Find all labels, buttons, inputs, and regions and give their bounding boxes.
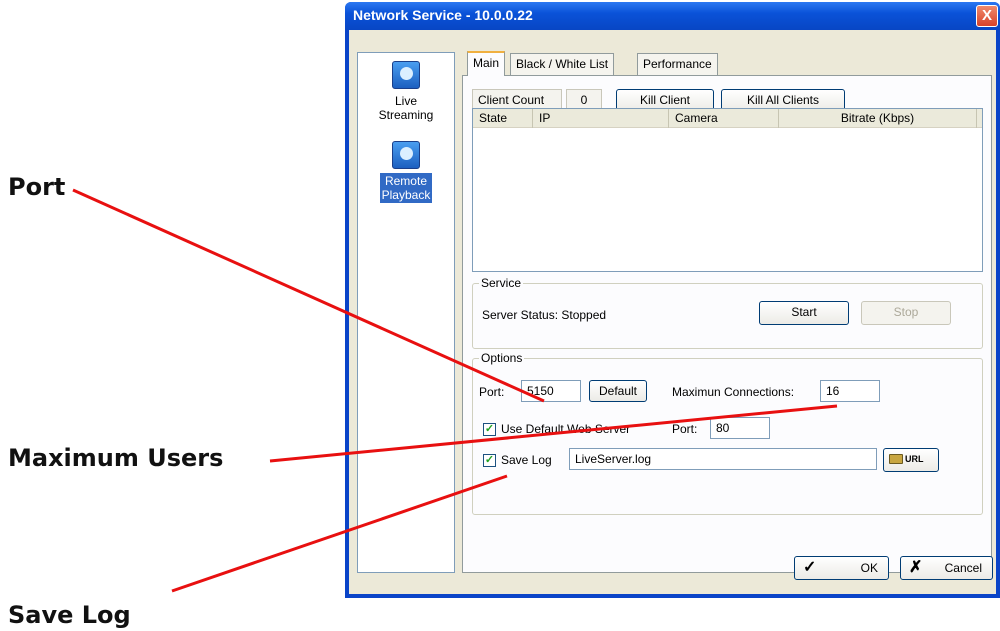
network-service-window: Network Service - 10.0.0.22 X Live Stream… bbox=[345, 2, 1000, 598]
url-button[interactable]: URL bbox=[883, 448, 939, 472]
tab-main[interactable]: Main bbox=[467, 51, 506, 76]
window-title: Network Service - 10.0.0.22 bbox=[353, 7, 533, 23]
column-header-state[interactable]: State bbox=[473, 109, 533, 128]
column-header-ip[interactable]: IP bbox=[533, 109, 669, 128]
ok-button[interactable]: ✓ OK bbox=[794, 556, 889, 580]
options-group: Options Port: 5150 Default Maximun Conne… bbox=[472, 351, 983, 515]
column-header-camera[interactable]: Camera bbox=[669, 109, 779, 128]
dialog-client-area: Live Streaming Remote Playback Main Black … bbox=[349, 30, 996, 594]
cancel-button[interactable]: ✗ Cancel bbox=[900, 556, 993, 580]
max-connections-label: Maximun Connections: bbox=[672, 385, 795, 399]
callout-save-log: Save Log bbox=[8, 601, 131, 629]
client-list-header: State IP Camera Bitrate (Kbps) bbox=[473, 109, 982, 128]
close-icon: X bbox=[981, 7, 992, 24]
live-streaming-icon bbox=[392, 61, 420, 89]
client-list[interactable]: State IP Camera Bitrate (Kbps) bbox=[472, 108, 983, 272]
save-log-label: Save Log bbox=[501, 453, 552, 467]
tab-black-white-list[interactable]: Black / White List bbox=[510, 53, 615, 75]
callout-port: Port bbox=[8, 173, 66, 201]
ok-button-label: OK bbox=[860, 561, 878, 575]
save-log-checkbox[interactable]: ✓ bbox=[483, 454, 496, 467]
sidebar-item-label: Live Streaming bbox=[378, 94, 434, 122]
port-label: Port: bbox=[479, 385, 505, 399]
remote-playback-icon bbox=[392, 141, 420, 169]
service-group-title: Service bbox=[479, 276, 524, 290]
sidebar-item-remote-playback[interactable]: Remote Playback bbox=[362, 141, 450, 203]
web-port-input[interactable]: 80 bbox=[710, 417, 770, 439]
sidebar-item-live-streaming[interactable]: Live Streaming bbox=[362, 61, 450, 123]
sidebar: Live Streaming Remote Playback bbox=[357, 52, 455, 573]
use-default-web-server-checkbox[interactable]: ✓ bbox=[483, 423, 496, 436]
web-port-label: Port: bbox=[672, 422, 698, 436]
stop-button[interactable]: Stop bbox=[861, 301, 951, 325]
checkmark-icon: ✓ bbox=[803, 559, 817, 576]
column-header-bitrate[interactable]: Bitrate (Kbps) bbox=[779, 109, 977, 128]
service-group: Service Server Status: Stopped Start Sto… bbox=[472, 276, 983, 349]
tab-performance[interactable]: Performance bbox=[637, 53, 718, 75]
title-bar[interactable]: Network Service - 10.0.0.22 X bbox=[345, 2, 1000, 30]
default-port-button[interactable]: Default bbox=[589, 380, 647, 402]
port-input[interactable]: 5150 bbox=[521, 380, 581, 402]
cancel-button-label: Cancel bbox=[944, 561, 982, 575]
max-connections-input[interactable]: 16 bbox=[820, 380, 880, 402]
cancel-x-icon: ✗ bbox=[909, 559, 923, 576]
use-default-web-server-label: Use Default Web Server bbox=[501, 422, 631, 436]
server-status-text: Server Status: Stopped bbox=[482, 308, 607, 322]
folder-icon bbox=[889, 454, 903, 464]
options-group-title: Options bbox=[479, 351, 525, 365]
log-file-input[interactable]: LiveServer.log bbox=[569, 448, 877, 470]
main-tab-panel: Client Count 0 Kill Client Kill All Clie… bbox=[462, 75, 992, 573]
close-button[interactable]: X bbox=[976, 5, 998, 27]
start-button[interactable]: Start bbox=[759, 301, 849, 325]
url-button-label: URL bbox=[905, 454, 924, 464]
sidebar-item-label: Remote Playback bbox=[379, 173, 433, 203]
callout-maximum-users: Maximum Users bbox=[8, 444, 224, 472]
